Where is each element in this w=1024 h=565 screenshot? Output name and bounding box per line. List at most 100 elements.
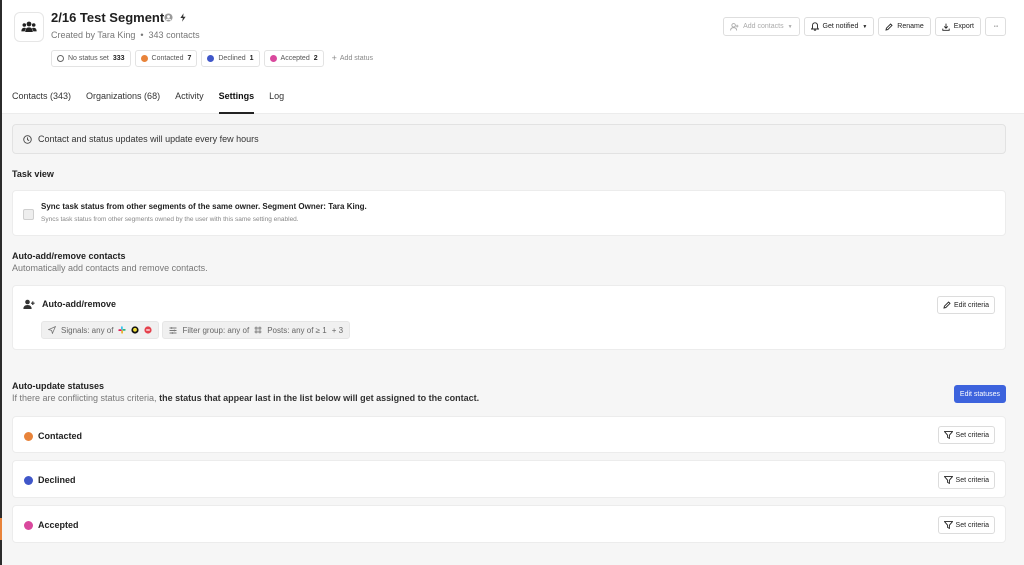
get-notified-button[interactable]: Get notified ▼ — [803, 17, 875, 36]
more-options-button[interactable]: ··· — [985, 17, 1006, 36]
filter-lines-icon — [169, 326, 177, 334]
update-notice: Contact and status updates will update e… — [12, 124, 1006, 154]
status-chip-declined[interactable]: Declined 1 — [201, 50, 260, 67]
status-chip-count: 1 — [249, 55, 254, 62]
segment-header: 2/16 Test Segment Created by Tara King •… — [2, 0, 1024, 114]
people-group-icon — [21, 21, 37, 32]
status-chip-accepted[interactable]: Accepted 2 — [263, 50, 324, 67]
status-chip-count: 2 — [313, 55, 318, 62]
auto-update-subtitle-prefix: If there are conflicting status criteria… — [12, 393, 157, 403]
lightning-icon[interactable] — [179, 13, 187, 22]
export-label: Export — [953, 23, 974, 30]
edit-criteria-button[interactable]: Edit criteria — [936, 296, 995, 314]
status-chip-no-status[interactable]: No status set 333 — [51, 50, 131, 67]
status-chip-label: Contacted — [151, 55, 184, 62]
auto-add-heading: Auto-add/remove contacts — [12, 251, 126, 261]
caret-down-icon: ▼ — [862, 23, 868, 30]
funnel-icon — [943, 431, 953, 439]
rename-button[interactable]: Rename — [878, 17, 931, 36]
signal-send-icon — [48, 326, 56, 334]
tab-activity[interactable]: Activity — [175, 86, 204, 114]
sync-task-checkbox[interactable] — [23, 209, 34, 220]
set-criteria-label: Set criteria — [955, 476, 989, 484]
add-status-label: Add status — [339, 55, 373, 62]
empty-circle-icon — [57, 55, 64, 62]
signals-pill[interactable]: Signals: any of — [41, 321, 160, 339]
download-icon — [942, 23, 950, 31]
funnel-icon — [943, 476, 953, 484]
page-title: 2/16 Test Segment — [51, 10, 165, 25]
posts-grid-icon — [254, 326, 262, 334]
tab-log[interactable]: Log — [269, 86, 284, 114]
tab-organizations[interactable]: Organizations (68) — [86, 86, 160, 114]
settings-panel: Contact and status updates will update e… — [2, 114, 1024, 565]
set-criteria-button[interactable]: Set criteria — [937, 471, 995, 489]
auto-update-subtitle-bold: the status that appear last in the list … — [159, 393, 480, 403]
header-toolbar: Add contacts ▼ Get notified ▼ Rename Exp… — [723, 17, 1006, 36]
signals-label: Signals: any of — [61, 325, 114, 335]
set-criteria-button[interactable]: Set criteria — [937, 516, 995, 534]
status-chip-label: No status set — [68, 55, 109, 62]
status-dot-icon — [207, 55, 215, 62]
status-dot-icon — [269, 55, 277, 62]
posts-label: Posts: any of ≥ 1 — [267, 325, 327, 335]
task-view-heading: Task view — [12, 169, 54, 179]
status-summary-bar: No status set 333 Contacted 7 Declined 1… — [51, 50, 377, 67]
status-card-declined: Declined Set criteria — [12, 460, 1006, 498]
stop-sign-icon — [144, 326, 153, 334]
tab-contacts[interactable]: Contacts (343) — [12, 86, 71, 114]
pencil-icon — [885, 22, 893, 31]
status-chip-label: Accepted — [280, 55, 310, 62]
segment-meta: Created by Tara King • 343 contacts — [51, 30, 200, 40]
bell-icon — [810, 22, 819, 31]
edit-statuses-button[interactable]: Edit statuses — [953, 385, 1006, 403]
filter-group-pill[interactable]: Filter group: any of Posts: any of ≥ 1 +… — [162, 321, 351, 339]
sync-task-title: Sync task status from other segments of … — [41, 202, 367, 211]
tab-settings[interactable]: Settings — [218, 86, 254, 114]
add-status-button[interactable]: + Add status — [328, 50, 377, 67]
status-label-contacted: Contacted — [24, 431, 82, 441]
add-user-icon — [730, 22, 739, 30]
segment-tabs: Contacts (343) Organizations (68) Activi… — [12, 86, 284, 114]
created-by: Created by Tara King — [51, 30, 136, 40]
edit-criteria-label: Edit criteria — [953, 301, 989, 309]
auto-add-card-title: Auto-add/remove — [42, 299, 117, 309]
status-label-accepted: Accepted — [24, 520, 79, 530]
status-dot-icon — [140, 55, 148, 62]
rename-label: Rename — [897, 23, 924, 30]
status-name: Contacted — [38, 431, 83, 441]
set-criteria-button[interactable]: Set criteria — [937, 426, 995, 444]
add-contacts-label: Add contacts — [743, 23, 784, 30]
slack-icon — [118, 326, 127, 334]
add-user-icon — [23, 299, 35, 309]
auto-update-heading: Auto-update statuses — [12, 381, 105, 391]
more-icon: ··· — [993, 23, 999, 30]
export-button[interactable]: Export — [934, 17, 981, 36]
status-chip-count: 333 — [112, 55, 125, 62]
status-chip-label: Declined — [218, 55, 246, 62]
status-card-accepted: Accepted Set criteria — [12, 505, 1006, 543]
set-criteria-label: Set criteria — [955, 521, 989, 529]
meta-separator: • — [140, 30, 144, 40]
pencil-icon — [943, 301, 951, 309]
criteria-pills: Signals: any of Filter group: any of Pos… — [41, 321, 351, 339]
status-name: Accepted — [38, 520, 79, 530]
filter-group-label: Filter group: any of — [182, 325, 250, 335]
sync-task-description: Syncs task status from other segments ow… — [41, 216, 299, 223]
clock-icon — [23, 134, 32, 144]
segment-avatar — [14, 12, 44, 42]
status-chip-contacted[interactable]: Contacted 7 — [134, 50, 198, 67]
owner-avatar-icon[interactable] — [164, 13, 173, 22]
contacts-count: 343 contacts — [148, 30, 200, 40]
sync-task-card: Sync task status from other segments of … — [12, 190, 1006, 236]
funnel-icon — [943, 521, 953, 529]
auto-add-card: Auto-add/remove Edit criteria Signals: a… — [12, 285, 1006, 350]
auto-update-subtitle: If there are conflicting status criteria… — [12, 393, 479, 403]
set-criteria-label: Set criteria — [955, 431, 989, 439]
caret-down-icon: ▼ — [787, 23, 793, 30]
notice-text: Contact and status updates will update e… — [38, 134, 259, 144]
add-contacts-button[interactable]: Add contacts ▼ — [723, 17, 800, 36]
title-icons — [164, 13, 187, 22]
chat-bubble-icon — [131, 326, 140, 334]
status-dot-icon — [24, 431, 33, 441]
